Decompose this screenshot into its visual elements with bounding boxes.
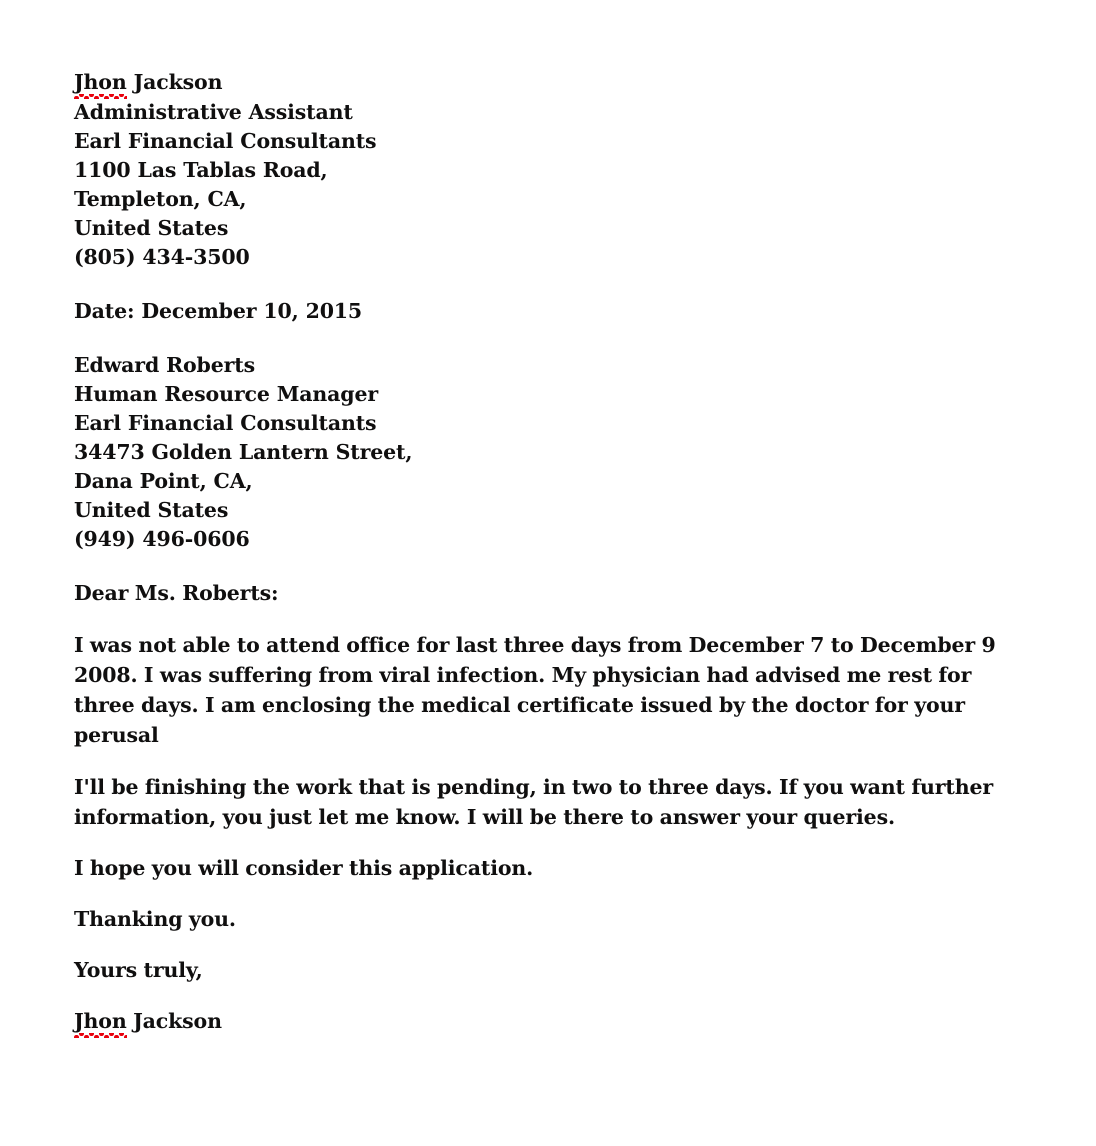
letter-body: Jhon Jackson Administrative Assistant Ea… [74,68,1010,1038]
recipient-street: 34473 Golden Lantern Street, [74,440,413,464]
signature-name-rest: Jackson [126,1009,222,1033]
recipient-country: United States [74,498,229,522]
recipient-address-block: Edward Roberts Human Resource Manager Ea… [74,351,1010,554]
recipient-title: Human Resource Manager [74,382,378,406]
body-paragraph-3: I hope you will consider this applicatio… [74,856,534,880]
sender-street: 1100 Las Tablas Road, [74,158,328,182]
recipient-name: Edward Roberts [74,353,255,377]
sender-address-block: Jhon Jackson Administrative Assistant Ea… [74,68,1010,272]
signature-name-misspelled: Jhon [74,1007,127,1038]
body-paragraph-4: Thanking you. [74,907,236,931]
sender-name-rest: Jackson [126,70,223,94]
signature-name-line: Jhon Jackson [74,1007,1010,1038]
body-paragraph-2: I'll be finishing the work that is pendi… [74,775,994,829]
sender-name-misspelled: Jhon [74,68,127,99]
sender-name-line: Jhon Jackson [74,68,1010,99]
sender-company: Earl Financial Consultants [74,129,377,153]
body-paragraph-1: I was not able to attend office for last… [74,633,996,747]
salutation: Dear Ms. Roberts: [74,581,279,605]
recipient-phone: (949) 496-0606 [74,527,250,551]
date-line: Date: December 10, 2015 [74,299,363,323]
letter-page: Jhon Jackson Administrative Assistant Ea… [0,0,1096,1146]
sender-phone: (805) 434-3500 [74,245,250,269]
sender-city-state: Templeton, CA, [74,187,247,211]
closing-valediction: Yours truly, [74,958,203,982]
sender-title: Administrative Assistant [74,100,353,124]
sender-country: United States [74,216,229,240]
recipient-company: Earl Financial Consultants [74,411,377,435]
date-block: Date: December 10, 2015 [74,297,1010,326]
recipient-city-state: Dana Point, CA, [74,469,253,493]
